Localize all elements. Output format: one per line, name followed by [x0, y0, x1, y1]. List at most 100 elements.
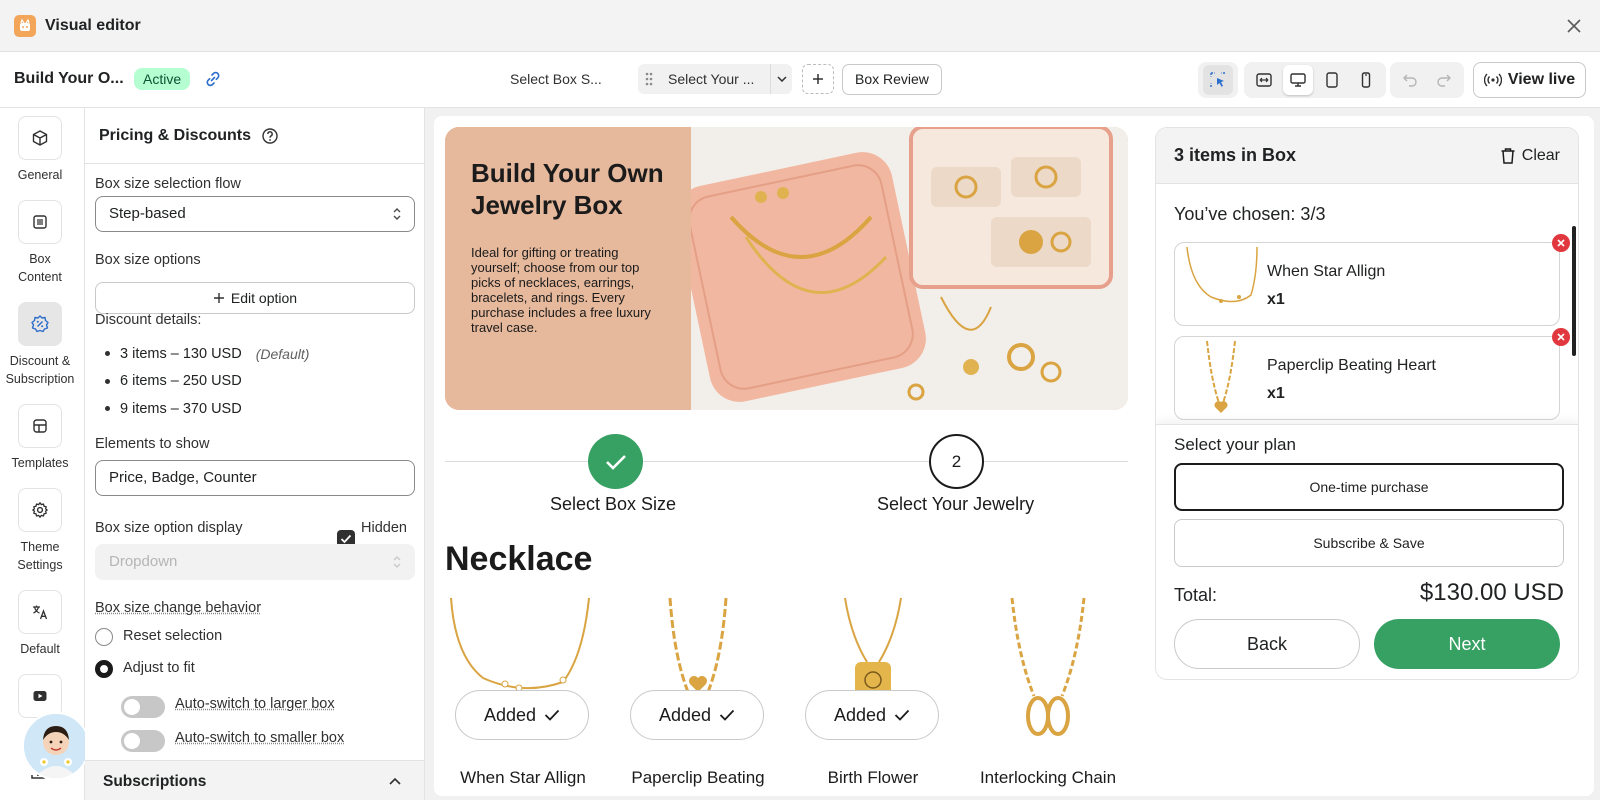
step-tab-box-size[interactable]: Select Box S...: [510, 71, 602, 87]
box-summary: 3 items in Box Clear You’ve chosen: 3/3 …: [1155, 127, 1579, 680]
discount-icon: [18, 302, 62, 346]
step-tab-box-review[interactable]: Box Review: [842, 64, 942, 95]
select-arrows-icon: [393, 556, 401, 568]
added-button[interactable]: Added: [455, 690, 589, 740]
discount-list: 3 items – 130 USD (Default) 6 items – 250…: [95, 340, 309, 423]
translate-icon: [18, 590, 62, 634]
plan-section: Select your plan One-time purchase Subsc…: [1156, 424, 1578, 679]
product-card[interactable]: Added Birth Flower: [793, 596, 953, 796]
view-live-button[interactable]: View live: [1473, 62, 1586, 98]
list-item: 9 items – 370 USD: [95, 395, 309, 423]
gear-icon: [18, 488, 62, 532]
select-tool-group: [1198, 62, 1238, 98]
add-step-button[interactable]: [802, 64, 834, 94]
adjust-label: Adjust to fit: [123, 660, 195, 676]
drag-handle-icon[interactable]: [638, 72, 660, 86]
clear-button[interactable]: Clear: [1500, 147, 1560, 165]
rail-item-default[interactable]: Default: [0, 590, 80, 658]
cart-item-name: When Star Allign: [1267, 263, 1386, 280]
flow-label: Box size selection flow: [95, 176, 241, 192]
elements-input[interactable]: Price, Badge, Counter: [95, 460, 415, 496]
steps-divider: [445, 461, 1128, 462]
auto-smaller-toggle[interactable]: [121, 730, 165, 752]
rail-item-box-content[interactable]: Box Content: [0, 200, 80, 286]
cart-item-thumbnail: [1186, 246, 1258, 303]
mobile-icon[interactable]: [1351, 65, 1381, 95]
product-name: When Star Allign: [460, 768, 586, 787]
app-logo-icon: [14, 14, 36, 37]
plan-one-time[interactable]: One-time purchase: [1174, 463, 1564, 511]
banner-text: Build Your Own Jewelry Box Ideal for gif…: [445, 127, 691, 410]
banner-title: Build Your Own Jewelry Box: [471, 158, 664, 220]
adjust-radio[interactable]: [95, 660, 113, 678]
subscriptions-section[interactable]: Subscriptions: [85, 760, 424, 800]
cart-item-qty: x1: [1267, 385, 1285, 402]
product-card[interactable]: Added Paperclip Beating: [618, 596, 778, 796]
discount-label: Discount details:: [95, 312, 202, 328]
edit-option-button[interactable]: Edit option: [95, 282, 415, 314]
total-label: Total:: [1174, 585, 1218, 605]
product-card[interactable]: Interlocking Chain: [968, 596, 1128, 796]
panel-header: Pricing & Discounts: [85, 108, 424, 164]
cart-item-thumbnail: [1206, 340, 1236, 413]
rail-item-theme-settings[interactable]: Theme Settings: [0, 488, 80, 574]
reset-radio[interactable]: [95, 628, 113, 646]
flow-select[interactable]: Step-based: [95, 196, 415, 232]
plan-subscribe[interactable]: Subscribe & Save: [1174, 519, 1564, 567]
link-icon[interactable]: [204, 70, 222, 88]
step-done-check-icon[interactable]: [588, 434, 643, 489]
cube-icon: [18, 116, 62, 160]
box-name: Build Your O...: [14, 70, 124, 87]
preview-area: Build Your Own Jewelry Box Ideal for gif…: [425, 108, 1600, 800]
chevron-down-icon[interactable]: [770, 64, 792, 94]
rail-item-general[interactable]: General: [0, 116, 80, 184]
next-button[interactable]: Next: [1374, 619, 1560, 669]
plus-icon: [213, 293, 224, 303]
broadcast-icon: [1483, 73, 1502, 87]
display-select: Dropdown: [95, 544, 415, 580]
list-item: 3 items – 130 USD (Default): [95, 340, 309, 368]
step-number[interactable]: 2: [929, 434, 984, 489]
back-button[interactable]: Back: [1174, 619, 1360, 669]
rail-label: Templates: [11, 456, 69, 470]
box-summary-header: 3 items in Box Clear: [1156, 128, 1578, 184]
rail-item-templates[interactable]: Templates: [0, 404, 80, 472]
rail-item-discount[interactable]: Discount & Subscription: [0, 302, 80, 388]
help-icon[interactable]: [261, 127, 279, 145]
layout-icon: [18, 404, 62, 448]
redo-icon[interactable]: [1429, 65, 1459, 95]
support-avatar[interactable]: [22, 712, 90, 780]
desktop-icon[interactable]: [1283, 65, 1313, 95]
section-title: Necklace: [445, 540, 593, 578]
items-count: 3 items in Box: [1174, 145, 1297, 165]
rail-label: Theme Settings: [17, 540, 63, 572]
hero-banner: Build Your Own Jewelry Box Ideal for gif…: [445, 127, 1128, 410]
added-button[interactable]: Added: [630, 690, 764, 740]
edit-option-label: Edit option: [230, 290, 298, 306]
full-width-icon[interactable]: [1249, 65, 1279, 95]
window-titlebar: Visual editor: [0, 0, 1600, 52]
check-icon: [544, 709, 560, 721]
rail-label: Discount & Subscription: [5, 354, 75, 386]
change-label: Box size change behavior: [95, 600, 262, 616]
undo-icon[interactable]: [1395, 65, 1425, 95]
device-toggle-group: [1244, 62, 1386, 98]
remove-item-icon[interactable]: [1552, 234, 1570, 252]
settings-panel: Pricing & Discounts Box size selection f…: [85, 108, 425, 800]
storefront-canvas: Build Your Own Jewelry Box Ideal for gif…: [434, 116, 1594, 796]
auto-larger-label: Auto-switch to larger box: [175, 696, 335, 712]
plus-icon: [813, 74, 823, 84]
settings-rail: General Box Content Discount & Subscript…: [0, 108, 85, 800]
cart-scrollbar[interactable]: [1572, 226, 1576, 356]
tablet-icon[interactable]: [1317, 65, 1347, 95]
product-card[interactable]: Added When Star Allign: [443, 596, 603, 796]
select-cursor-icon[interactable]: [1203, 65, 1233, 95]
close-icon[interactable]: [1562, 14, 1586, 38]
step-label-jewelry: Select Your Jewelry: [877, 494, 1035, 514]
plan-title: Select your plan: [1174, 435, 1296, 454]
added-button[interactable]: Added: [805, 690, 939, 740]
remove-item-icon[interactable]: [1552, 328, 1570, 346]
step-tab-jewelry[interactable]: Select Your ...: [638, 64, 792, 94]
auto-larger-toggle[interactable]: [121, 696, 165, 718]
hidden-label: Hidden: [361, 520, 407, 536]
